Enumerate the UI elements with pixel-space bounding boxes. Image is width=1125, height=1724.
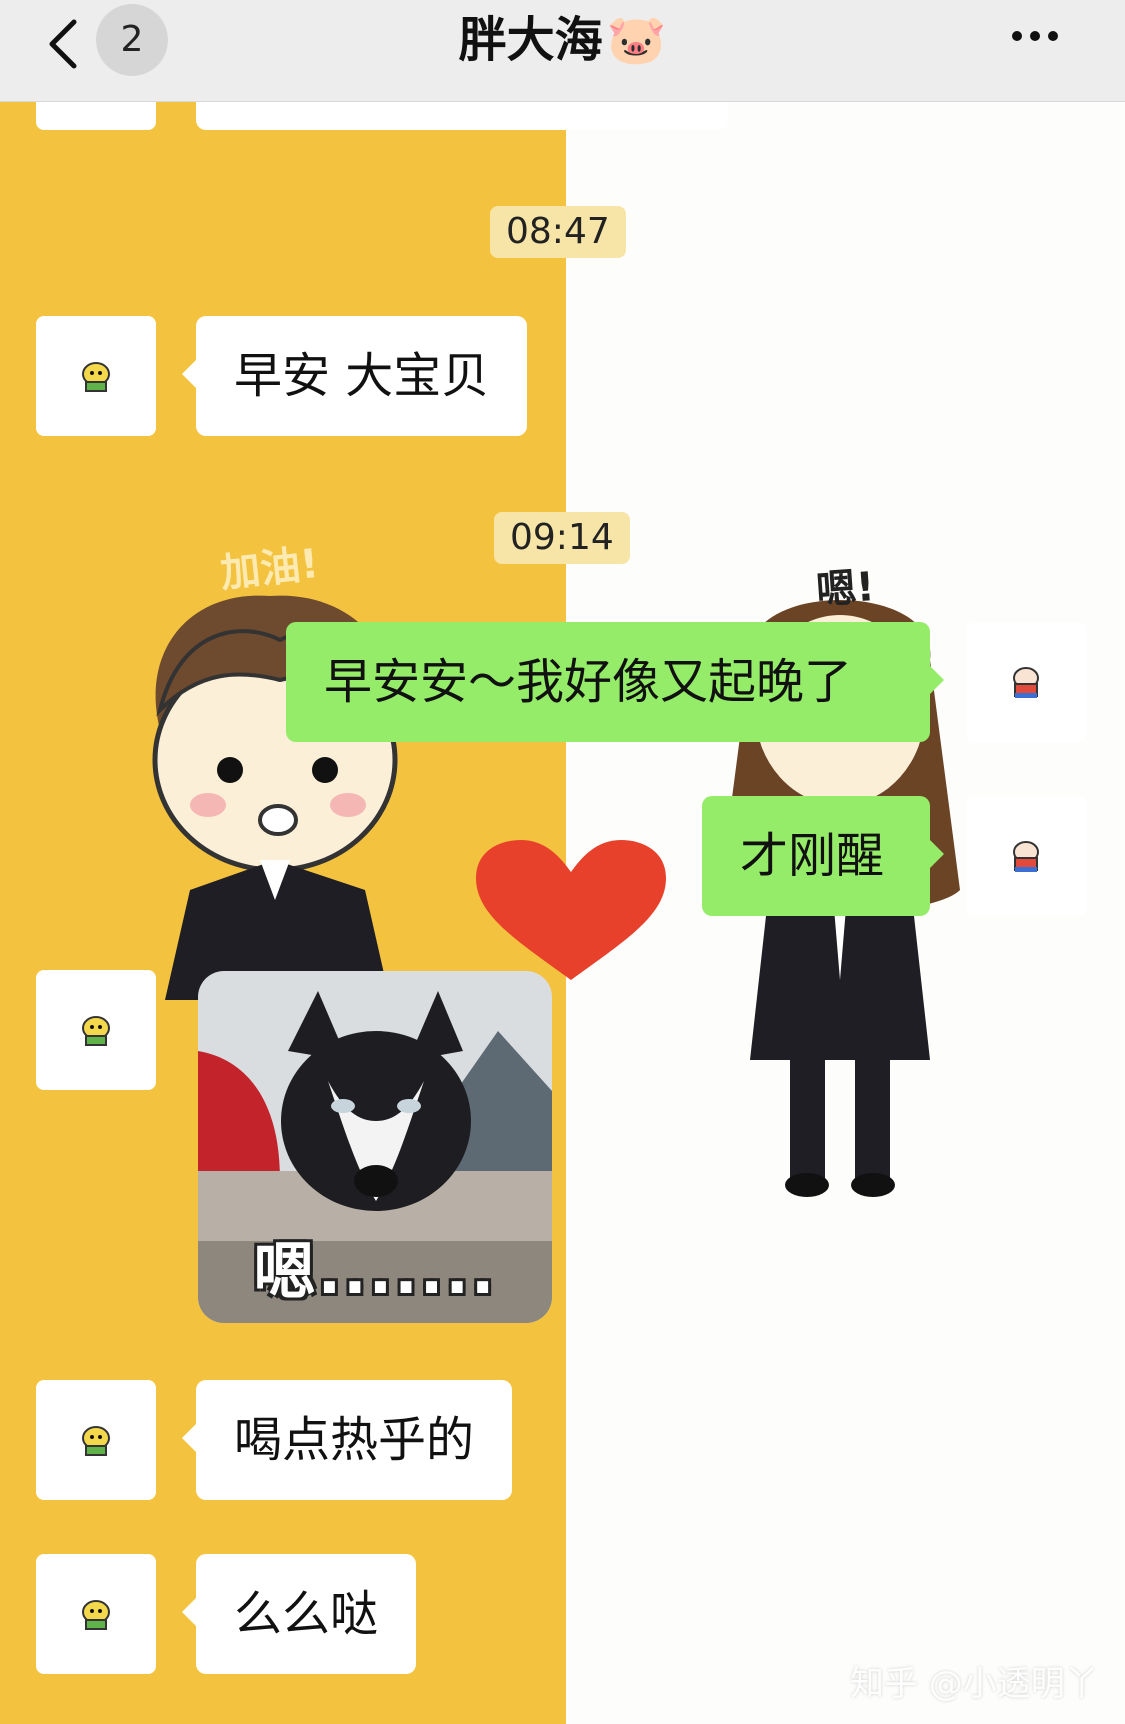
message-text: 才刚醒 <box>740 828 885 884</box>
cartoon-avatar-icon <box>1013 667 1039 698</box>
my-avatar[interactable] <box>966 796 1086 916</box>
cartoon-avatar-icon <box>82 362 110 392</box>
cheer-doodle-text: 加油! <box>218 540 321 597</box>
message-text: 喝点热乎的 <box>234 1412 475 1468</box>
incoming-message-bubble[interactable]: 喝点热乎的 <box>182 1380 513 1500</box>
message-timestamp: 08:47 <box>490 206 626 258</box>
cartoon-avatar-icon <box>82 1426 110 1456</box>
contact-avatar[interactable] <box>36 316 156 436</box>
sticker-caption-text: 嗯....... <box>253 1235 497 1308</box>
cartoon-avatar-icon <box>1013 841 1039 872</box>
husky-sticker-image[interactable]: 嗯....... <box>198 971 552 1323</box>
message-timestamp: 09:14 <box>494 512 630 564</box>
outgoing-message-bubble[interactable]: 早安安～我好像又起晚了 <box>286 622 944 742</box>
pig-face-icon: 🐷 <box>606 12 667 68</box>
incoming-message-bubble[interactable]: 早安 大宝贝 <box>182 316 528 436</box>
ellipsis-icon[interactable] <box>1012 26 1072 46</box>
contact-avatar[interactable] <box>36 970 156 1090</box>
zhihu-watermark: 知乎 @小透明丫 <box>850 1664 1099 1704</box>
message-text: 早安 大宝贝 <box>234 348 490 404</box>
incoming-message-bubble[interactable]: 么么哒 <box>182 1554 417 1674</box>
message-text: 早安安～我好像又起晚了 <box>324 654 853 710</box>
heart-icon <box>476 840 666 980</box>
my-avatar[interactable] <box>966 622 1086 742</box>
contact-avatar[interactable] <box>36 1554 156 1674</box>
outgoing-message-bubble[interactable]: 才刚醒 <box>702 796 944 916</box>
message-text: 么么哒 <box>234 1586 379 1642</box>
cartoon-avatar-icon <box>82 1016 110 1046</box>
contact-name: 胖大海 <box>458 12 603 68</box>
chat-header: 2 胖大海🐷 <box>0 0 1125 102</box>
agree-doodle-text: 嗯! <box>814 564 877 614</box>
contact-avatar[interactable] <box>36 1380 156 1500</box>
cartoon-avatar-icon <box>82 1600 110 1630</box>
chat-title: 胖大海🐷 <box>0 4 1125 76</box>
